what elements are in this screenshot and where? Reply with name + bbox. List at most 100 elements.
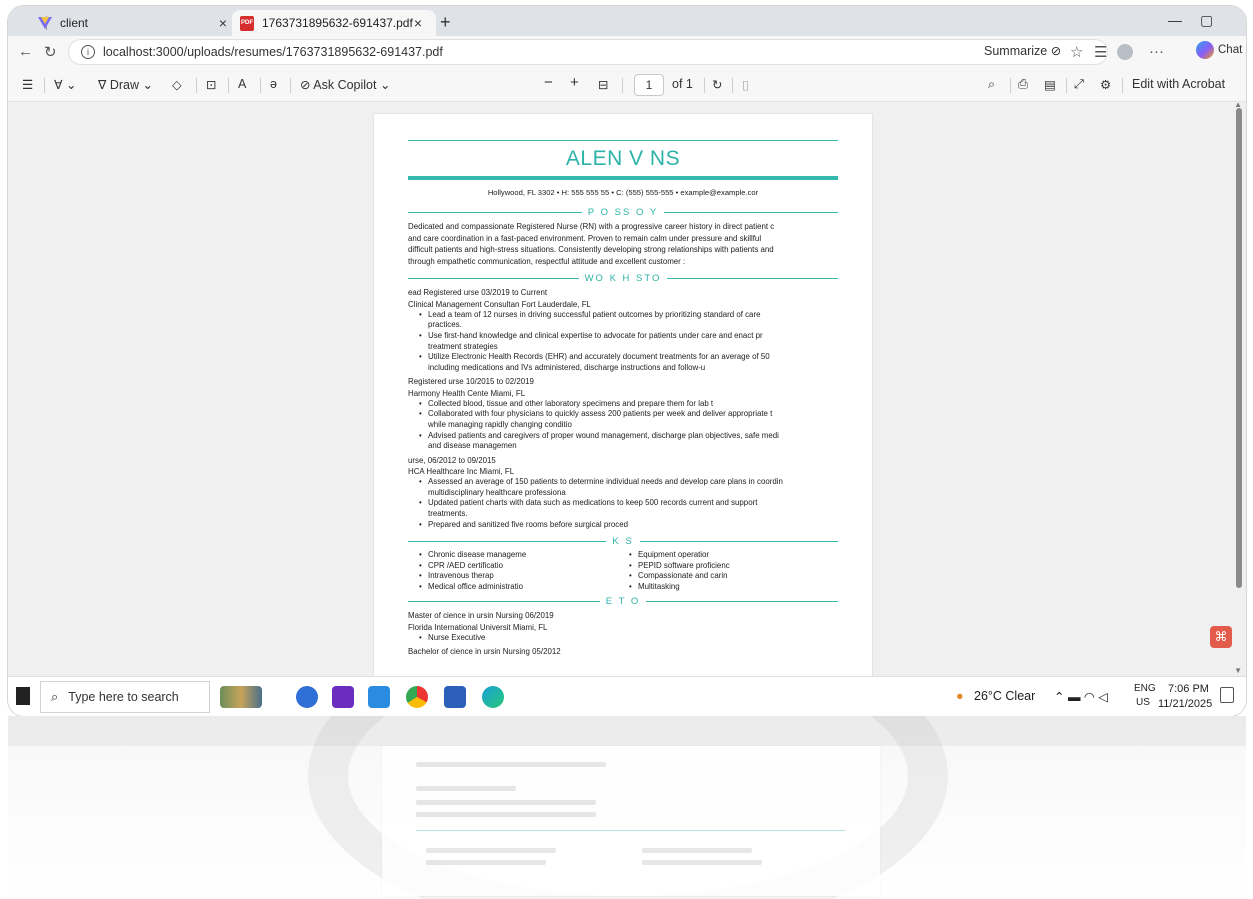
draw-label: Draw <box>109 78 140 92</box>
settings-gear-icon[interactable]: ⚙ <box>1100 77 1111 92</box>
rotate-icon[interactable]: ↻ <box>712 77 722 92</box>
pdf-toolbar: ☰ ∀ ⌄ ∇ Draw ⌄ ◇ ⊡ A ə ⊘ Ask Copilot ⌄ −… <box>8 68 1246 102</box>
degree-title: Master of cience in ursin Nursing 06/201… <box>408 611 554 621</box>
news-widget-icon[interactable] <box>220 686 262 708</box>
scrollbar-thumb[interactable] <box>1236 108 1242 588</box>
copilot-icon <box>1196 41 1214 59</box>
back-arrow-icon[interactable]: ← <box>18 43 33 60</box>
taskbar: ⌕ Type here to search ● 26°C Clear ⌃ ▬ ◠… <box>8 676 1246 716</box>
ask-copilot-label: Ask Copilot <box>313 78 377 92</box>
text-box-icon[interactable]: ⊡ <box>206 77 216 92</box>
job-bullet: Assessed an average of 150 patients to d… <box>418 477 838 488</box>
pdf-file-icon: PDF <box>240 15 254 31</box>
job-bullet: Prepared and sanitized five rooms before… <box>418 520 838 531</box>
summary-line: difficult patients and high-stress situa… <box>408 245 774 255</box>
skills-list: Chronic disease manageme CPR /AED certif… <box>418 550 838 592</box>
profile-avatar[interactable] <box>1117 44 1133 60</box>
edit-with-acrobat-button[interactable]: Edit with Acrobat <box>1132 77 1225 91</box>
fullscreen-icon[interactable]: ⤢ <box>1074 77 1084 92</box>
ask-copilot-button[interactable]: ⊘ Ask Copilot ⌄ <box>300 77 390 92</box>
tab-close-icon[interactable]: × <box>414 15 422 31</box>
job-entry: urse, 06/2012 to 09/2015 HCA Healthcare … <box>408 455 838 530</box>
print-icon[interactable]: ⎙ <box>1018 77 1028 92</box>
divider <box>622 78 623 93</box>
taskbar-search-box[interactable]: ⌕ Type here to search <box>40 681 210 713</box>
skill-item: Equipment operatior <box>628 550 838 561</box>
tab-close-icon[interactable]: × <box>219 15 227 31</box>
address-bar-row: ← ↻ i localhost:3000/uploads/resumes/176… <box>8 36 1246 68</box>
weather-icon: ● <box>956 689 964 703</box>
job-bullet: Advised patients and caregivers of prope… <box>418 431 838 442</box>
windows-start-icon[interactable] <box>16 687 30 705</box>
refresh-icon[interactable]: ↻ <box>44 43 57 61</box>
favorites-list-icon[interactable]: ☰ <box>1094 43 1107 61</box>
divider <box>732 78 733 93</box>
copilot-chat-button[interactable]: Chat <box>1196 41 1242 59</box>
favorite-star-icon[interactable]: ☆ <box>1070 43 1083 61</box>
highlight-icon[interactable]: ∀ ⌄ <box>54 77 77 92</box>
chrome-icon[interactable] <box>406 686 428 708</box>
job-bullet-cont: treatment strategies <box>428 341 498 351</box>
job-bullet-cont: treatments. <box>428 508 468 518</box>
section-summary-heading: P O SS O Y <box>408 207 838 218</box>
reflection-decoration <box>8 716 1246 899</box>
education-list: Master of cience in ursin Nursing 06/201… <box>408 610 838 657</box>
section-title: K S <box>612 536 634 548</box>
summarize-button[interactable]: Summarize ⊘ <box>984 43 1061 58</box>
translate-icon[interactable]: ə <box>270 77 277 91</box>
skill-item: Intravenous therap <box>418 571 628 582</box>
divider <box>704 78 705 93</box>
tab-client[interactable]: client × <box>26 10 241 36</box>
clock-date[interactable]: 11/21/2025 <box>1158 698 1212 710</box>
job-entry: ead Registered urse 03/2019 to Current C… <box>408 287 838 373</box>
clock-time[interactable]: 7:06 PM <box>1168 683 1209 695</box>
divider <box>228 78 229 93</box>
fit-page-icon[interactable]: ⊟ <box>598 77 608 92</box>
restore-button[interactable]: ▢ <box>1200 12 1213 29</box>
read-aloud-icon[interactable]: A <box>238 77 246 91</box>
skill-item: Compassionate and carin <box>628 571 838 582</box>
tray-icons[interactable]: ⌃ ▬ ◠ ◁ <box>1054 689 1108 704</box>
section-education-heading: E T O <box>408 596 838 607</box>
job-bullet: Updated patient charts with data such as… <box>418 498 838 509</box>
minimize-button[interactable]: — <box>1168 12 1182 28</box>
search-icon[interactable]: ⌕ <box>988 77 995 92</box>
skill-item: PEPID software proficienc <box>628 561 838 572</box>
save-icon[interactable]: ▤ <box>1044 77 1056 92</box>
pdf-viewer[interactable]: ALEN V NS Hollywood, FL 3302 • H: 555 55… <box>8 102 1246 676</box>
job-bullet-cont: including medications and IVs administer… <box>428 362 706 372</box>
vite-logo-icon <box>38 16 52 30</box>
region-indicator[interactable]: US <box>1136 697 1150 708</box>
weather-text[interactable]: 26°C Clear <box>974 689 1035 703</box>
eraser-icon[interactable]: ◇ <box>172 77 182 92</box>
job-bullet-cont: multidisciplinary healthcare professiona <box>428 487 566 497</box>
acrobat-icon[interactable]: ⌘ <box>1210 626 1232 648</box>
jetbrains-icon[interactable] <box>332 686 354 708</box>
scroll-down-arrow-icon[interactable]: ▼ <box>1234 666 1242 675</box>
edge-icon[interactable] <box>482 686 504 708</box>
notifications-icon[interactable] <box>1220 687 1234 703</box>
reflected-page <box>382 746 880 896</box>
skill-item: CPR /AED certificatio <box>418 561 628 572</box>
page-view-icon[interactable]: ▯ <box>742 77 749 92</box>
language-indicator[interactable]: ENG <box>1134 683 1156 694</box>
job-bullet-cont: practices. <box>428 320 462 330</box>
tab-pdf[interactable]: PDF 1763731895632-691437.pdf × <box>232 10 436 36</box>
screen: client × PDF 1763731895632-691437.pdf × … <box>8 6 1246 716</box>
skype-icon[interactable] <box>296 686 318 708</box>
tab-label: client <box>60 16 89 30</box>
word-icon[interactable] <box>444 686 466 708</box>
zoom-in-button[interactable]: + <box>570 74 579 91</box>
zoom-out-button[interactable]: − <box>544 74 553 91</box>
more-options-icon[interactable]: ··· <box>1149 43 1164 60</box>
vscode-icon[interactable] <box>368 686 390 708</box>
site-info-icon[interactable]: i <box>81 45 95 59</box>
summary-line: and care coordination in a fast-paced en… <box>408 233 762 243</box>
draw-button[interactable]: ∇ Draw ⌄ <box>98 77 153 92</box>
job-title: Registered urse 10/2015 to 02/2019 <box>408 377 534 387</box>
page-number-input[interactable]: 1 <box>634 74 664 96</box>
url-field[interactable]: i localhost:3000/uploads/resumes/1763731… <box>68 39 1108 65</box>
job-bullet-cont: while managing rapidly changing conditio <box>428 419 572 429</box>
new-tab-button[interactable]: + <box>440 12 451 33</box>
contents-icon[interactable]: ☰ <box>22 77 33 92</box>
